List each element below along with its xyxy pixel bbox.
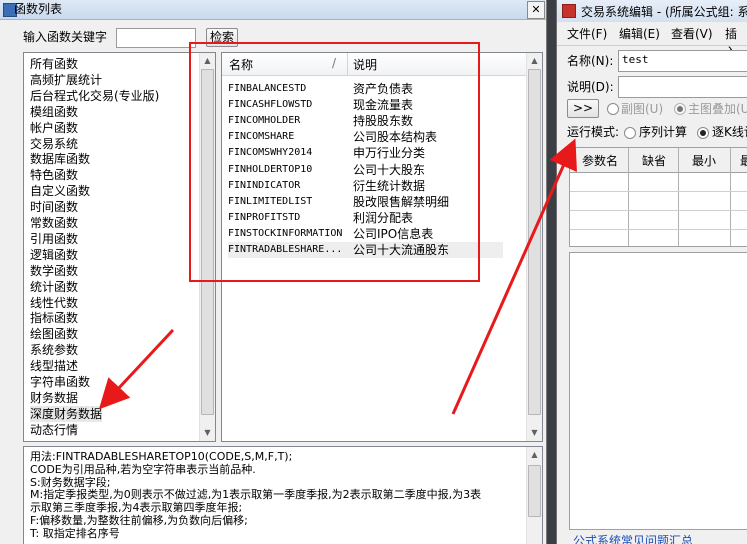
arrow-to-run-mode <box>451 138 577 415</box>
arrow-to-category <box>98 328 175 410</box>
annotation-arrows <box>98 138 577 415</box>
